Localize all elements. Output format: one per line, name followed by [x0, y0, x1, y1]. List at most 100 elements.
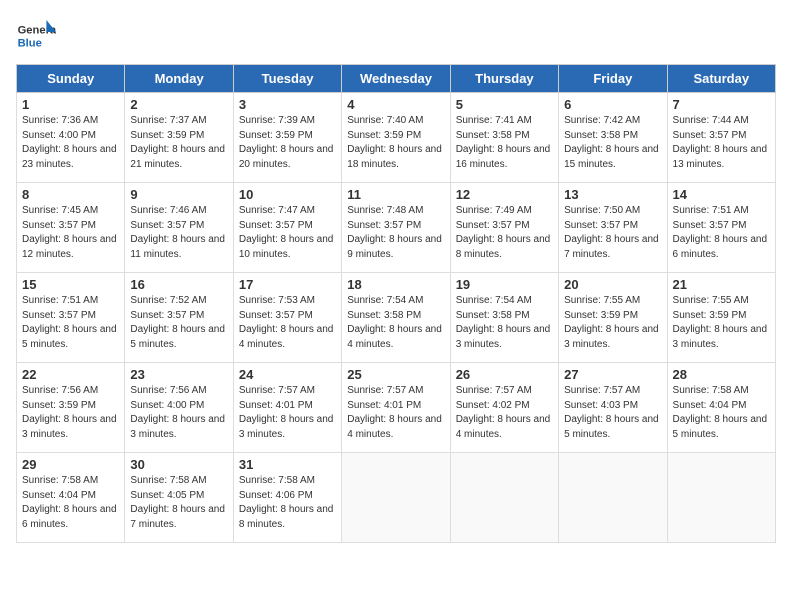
day-number: 9	[130, 187, 227, 202]
day-number: 17	[239, 277, 336, 292]
calendar-cell	[559, 453, 667, 543]
day-info: Sunrise: 7:58 AMSunset: 4:04 PMDaylight:…	[22, 474, 119, 532]
day-number: 11	[347, 187, 444, 202]
calendar-cell: 25 Sunrise: 7:57 AMSunset: 4:01 PMDayligh…	[342, 363, 450, 453]
week-row-3: 15 Sunrise: 7:51 AMSunset: 3:57 PMDayligh…	[17, 273, 776, 363]
calendar-cell: 13 Sunrise: 7:50 AMSunset: 3:57 PMDayligh…	[559, 183, 667, 273]
day-info: Sunrise: 7:39 AMSunset: 3:59 PMDaylight:…	[239, 114, 336, 172]
day-info: Sunrise: 7:53 AMSunset: 3:57 PMDaylight:…	[239, 294, 336, 352]
day-number: 1	[22, 97, 119, 112]
weekday-header-thursday: Thursday	[450, 65, 558, 93]
day-info: Sunrise: 7:54 AMSunset: 3:58 PMDaylight:…	[347, 294, 444, 352]
day-info: Sunrise: 7:36 AMSunset: 4:00 PMDaylight:…	[22, 114, 119, 172]
day-info: Sunrise: 7:55 AMSunset: 3:59 PMDaylight:…	[673, 294, 770, 352]
day-number: 31	[239, 457, 336, 472]
weekday-header-monday: Monday	[125, 65, 233, 93]
calendar-cell: 12 Sunrise: 7:49 AMSunset: 3:57 PMDayligh…	[450, 183, 558, 273]
calendar-cell: 27Sunrise: 7:57 AMSunset: 4:03 PMDayligh…	[559, 363, 667, 453]
day-info: Sunrise: 7:57 AMSunset: 4:01 PMDaylight:…	[347, 384, 444, 442]
day-number: 13	[564, 187, 661, 202]
calendar-cell: 11 Sunrise: 7:48 AMSunset: 3:57 PMDayligh…	[342, 183, 450, 273]
day-info: Sunrise: 7:49 AMSunset: 3:57 PMDaylight:…	[456, 204, 553, 262]
day-number: 19	[456, 277, 553, 292]
calendar-cell: 29 Sunrise: 7:58 AMSunset: 4:04 PMDayligh…	[17, 453, 125, 543]
calendar-cell: 10 Sunrise: 7:47 AMSunset: 3:57 PMDayligh…	[233, 183, 341, 273]
day-number: 29	[22, 457, 119, 472]
calendar-cell: 2 Sunrise: 7:37 AMSunset: 3:59 PMDaylight…	[125, 93, 233, 183]
day-number: 3	[239, 97, 336, 112]
day-number: 7	[673, 97, 770, 112]
day-info: Sunrise: 7:58 AMSunset: 4:05 PMDaylight:…	[130, 474, 227, 532]
day-number: 21	[673, 277, 770, 292]
weekday-header-wednesday: Wednesday	[342, 65, 450, 93]
calendar-cell	[450, 453, 558, 543]
day-number: 25	[347, 367, 444, 382]
day-info: Sunrise: 7:46 AMSunset: 3:57 PMDaylight:…	[130, 204, 227, 262]
week-row-2: 8 Sunrise: 7:45 AMSunset: 3:57 PMDaylight…	[17, 183, 776, 273]
calendar-cell: 24Sunrise: 7:57 AMSunset: 4:01 PMDayligh…	[233, 363, 341, 453]
calendar-cell	[342, 453, 450, 543]
day-number: 2	[130, 97, 227, 112]
svg-text:Blue: Blue	[18, 37, 42, 49]
day-info: Sunrise: 7:40 AMSunset: 3:59 PMDaylight:…	[347, 114, 444, 172]
day-info: Sunrise: 7:52 AMSunset: 3:57 PMDaylight:…	[130, 294, 227, 352]
day-number: 6	[564, 97, 661, 112]
day-number: 22	[22, 367, 119, 382]
day-number: 18	[347, 277, 444, 292]
calendar-cell: 21 Sunrise: 7:55 AMSunset: 3:59 PMDayligh…	[667, 273, 775, 363]
day-number: 8	[22, 187, 119, 202]
calendar-cell: 28 Sunrise: 7:58 AMSunset: 4:04 PMDayligh…	[667, 363, 775, 453]
calendar-cell: 3 Sunrise: 7:39 AMSunset: 3:59 PMDaylight…	[233, 93, 341, 183]
day-info: Sunrise: 7:58 AMSunset: 4:04 PMDaylight:…	[673, 384, 770, 442]
day-info: Sunrise: 7:44 AMSunset: 3:57 PMDaylight:…	[673, 114, 770, 172]
day-number: 28	[673, 367, 770, 382]
weekday-header-tuesday: Tuesday	[233, 65, 341, 93]
day-info: Sunrise: 7:41 AMSunset: 3:58 PMDaylight:…	[456, 114, 553, 172]
day-number: 5	[456, 97, 553, 112]
calendar-cell: 19 Sunrise: 7:54 AMSunset: 3:58 PMDayligh…	[450, 273, 558, 363]
calendar-cell: 17 Sunrise: 7:53 AMSunset: 3:57 PMDayligh…	[233, 273, 341, 363]
calendar-cell: 5 Sunrise: 7:41 AMSunset: 3:58 PMDaylight…	[450, 93, 558, 183]
day-info: Sunrise: 7:48 AMSunset: 3:57 PMDaylight:…	[347, 204, 444, 262]
calendar-cell: 30 Sunrise: 7:58 AMSunset: 4:05 PMDayligh…	[125, 453, 233, 543]
calendar-cell: 4 Sunrise: 7:40 AMSunset: 3:59 PMDaylight…	[342, 93, 450, 183]
calendar-cell: 26Sunrise: 7:57 AMSunset: 4:02 PMDayligh…	[450, 363, 558, 453]
calendar-table: SundayMondayTuesdayWednesdayThursdayFrid…	[16, 64, 776, 543]
logo: General Blue	[16, 16, 60, 56]
day-number: 10	[239, 187, 336, 202]
calendar-cell: 20Sunrise: 7:55 AMSunset: 3:59 PMDayligh…	[559, 273, 667, 363]
day-number: 15	[22, 277, 119, 292]
page-header: General Blue	[16, 16, 776, 56]
calendar-cell: 16 Sunrise: 7:52 AMSunset: 3:57 PMDayligh…	[125, 273, 233, 363]
week-row-5: 29 Sunrise: 7:58 AMSunset: 4:04 PMDayligh…	[17, 453, 776, 543]
calendar-cell: 31 Sunrise: 7:58 AMSunset: 4:06 PMDayligh…	[233, 453, 341, 543]
day-number: 26	[456, 367, 553, 382]
calendar-cell: 1 Sunrise: 7:36 AMSunset: 4:00 PMDaylight…	[17, 93, 125, 183]
day-number: 23	[130, 367, 227, 382]
day-info: Sunrise: 7:45 AMSunset: 3:57 PMDaylight:…	[22, 204, 119, 262]
day-info: Sunrise: 7:51 AMSunset: 3:57 PMDaylight:…	[22, 294, 119, 352]
calendar-cell	[667, 453, 775, 543]
calendar-cell: 18 Sunrise: 7:54 AMSunset: 3:58 PMDayligh…	[342, 273, 450, 363]
calendar-cell: 6 Sunrise: 7:42 AMSunset: 3:58 PMDaylight…	[559, 93, 667, 183]
calendar-cell: 14Sunrise: 7:51 AMSunset: 3:57 PMDayligh…	[667, 183, 775, 273]
calendar-cell: 7 Sunrise: 7:44 AMSunset: 3:57 PMDaylight…	[667, 93, 775, 183]
day-info: Sunrise: 7:54 AMSunset: 3:58 PMDaylight:…	[456, 294, 553, 352]
day-number: 24	[239, 367, 336, 382]
day-info: Sunrise: 7:47 AMSunset: 3:57 PMDaylight:…	[239, 204, 336, 262]
week-row-4: 22Sunrise: 7:56 AMSunset: 3:59 PMDayligh…	[17, 363, 776, 453]
weekday-header-sunday: Sunday	[17, 65, 125, 93]
day-number: 16	[130, 277, 227, 292]
weekday-header-saturday: Saturday	[667, 65, 775, 93]
day-number: 30	[130, 457, 227, 472]
day-info: Sunrise: 7:37 AMSunset: 3:59 PMDaylight:…	[130, 114, 227, 172]
week-row-1: 1 Sunrise: 7:36 AMSunset: 4:00 PMDaylight…	[17, 93, 776, 183]
day-number: 12	[456, 187, 553, 202]
day-info: Sunrise: 7:51 AMSunset: 3:57 PMDaylight:…	[673, 204, 770, 262]
day-info: Sunrise: 7:50 AMSunset: 3:57 PMDaylight:…	[564, 204, 661, 262]
day-info: Sunrise: 7:42 AMSunset: 3:58 PMDaylight:…	[564, 114, 661, 172]
day-info: Sunrise: 7:56 AMSunset: 4:00 PMDaylight:…	[130, 384, 227, 442]
calendar-cell: 22Sunrise: 7:56 AMSunset: 3:59 PMDayligh…	[17, 363, 125, 453]
day-number: 4	[347, 97, 444, 112]
day-info: Sunrise: 7:58 AMSunset: 4:06 PMDaylight:…	[239, 474, 336, 532]
